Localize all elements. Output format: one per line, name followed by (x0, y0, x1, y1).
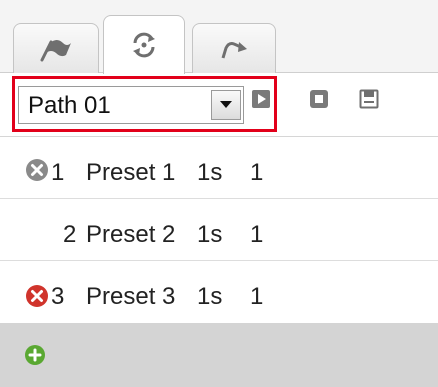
play-button[interactable] (250, 88, 272, 110)
preset-duration: 1s (197, 159, 223, 186)
tab-preset[interactable] (13, 23, 99, 73)
path-select-dropdown-button[interactable] (211, 90, 241, 120)
delete-icon[interactable] (25, 284, 49, 308)
preset-number: 2 (63, 221, 77, 248)
preset-duration: 1s (197, 283, 223, 310)
add-icon[interactable] (24, 344, 46, 366)
preset-row[interactable]: 2 Preset 2 1s 1 (0, 199, 438, 261)
flag-icon (40, 39, 71, 61)
stop-button[interactable] (308, 88, 330, 110)
play-icon (252, 90, 270, 108)
tab-bar (0, 0, 438, 74)
preset-speed: 1 (250, 159, 264, 186)
redo-arrow-icon (221, 41, 247, 58)
tab-patrol[interactable] (103, 15, 185, 74)
preset-name: Preset 3 (86, 283, 176, 310)
tab-pattern[interactable] (192, 23, 276, 73)
stop-icon (310, 90, 328, 108)
preset-name: Preset 1 (86, 159, 176, 186)
preset-list-footer (0, 323, 438, 387)
chevron-down-icon (220, 101, 232, 108)
preset-row[interactable]: 3 Preset 3 1s 1 (0, 261, 438, 323)
preset-speed: 1 (250, 221, 264, 248)
save-icon (359, 89, 379, 109)
preset-number: 1 (51, 159, 65, 186)
cycle-arrows-icon (133, 32, 155, 58)
delete-icon[interactable] (25, 158, 49, 182)
preset-speed: 1 (250, 283, 264, 310)
save-button[interactable] (358, 88, 380, 110)
preset-row[interactable]: 1 Preset 1 1s 1 (0, 137, 438, 199)
path-select[interactable]: Path 01 (18, 86, 244, 124)
preset-name: Preset 2 (86, 221, 176, 248)
path-select-value: Path 01 (28, 92, 111, 119)
preset-duration: 1s (197, 221, 223, 248)
preset-number: 3 (51, 283, 65, 310)
